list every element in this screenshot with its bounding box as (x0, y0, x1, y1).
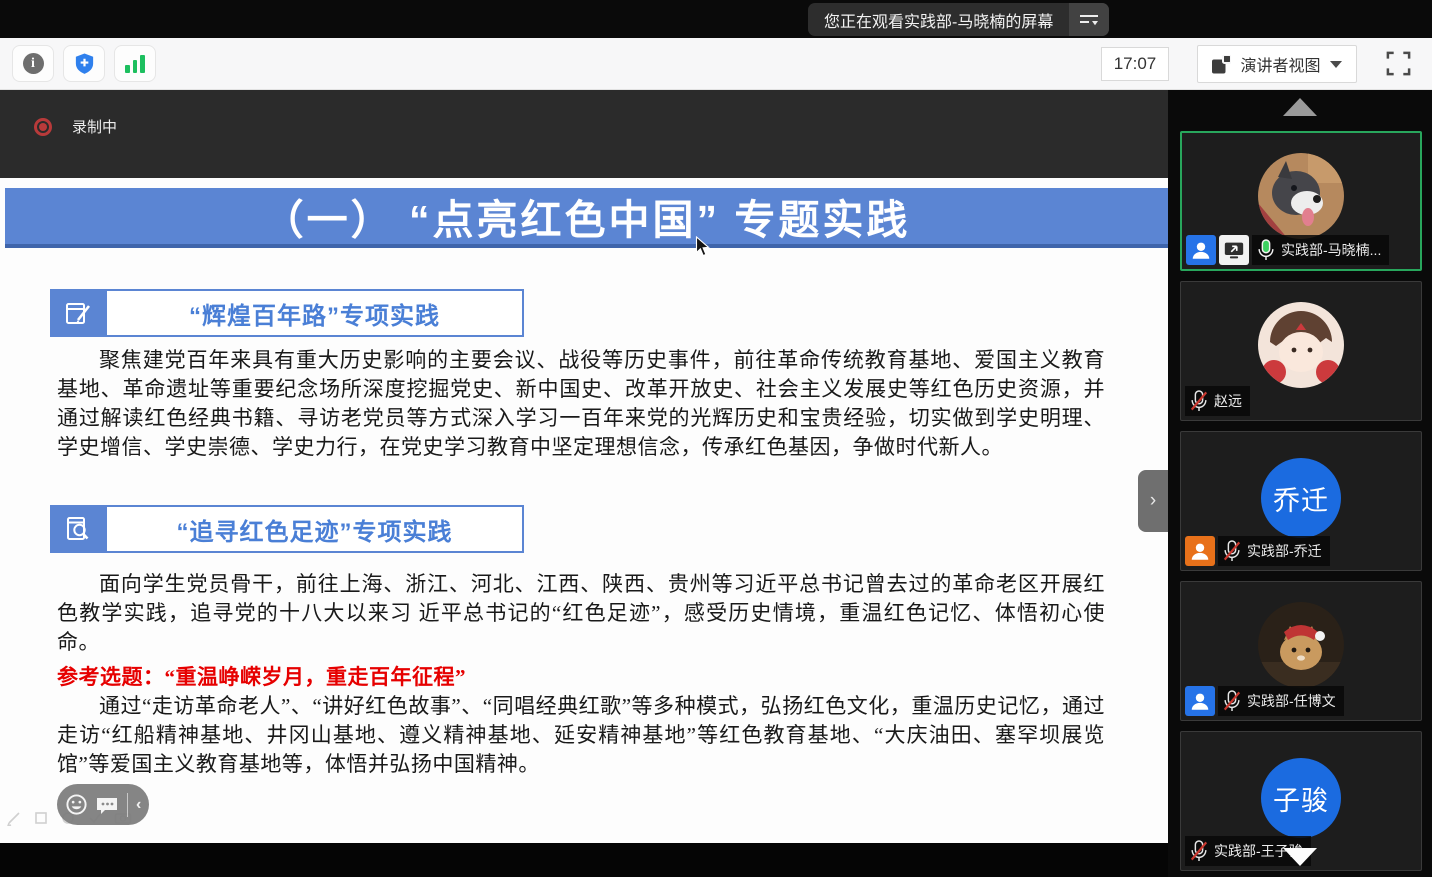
screenshare-badge-icon (1219, 235, 1249, 265)
participant-tile-renbowen[interactable]: 实践部-任博文 (1180, 581, 1422, 721)
reference-topic: 参考选题：“重温峥嵘岁月，重走百年征程” (57, 661, 466, 691)
participant-tile-maxiaonan[interactable]: 实践部-马晓楠... (1180, 131, 1422, 271)
screen-watch-title: 您正在观看实践部-马晓楠的屏幕 (808, 3, 1069, 36)
avatar-initials: 子骏 (1261, 758, 1341, 838)
section-1-heading: “辉煌百年路”专项实践 (189, 296, 440, 331)
slide-title-band: （一） “点亮红色中国” 专题实践 (5, 188, 1168, 248)
avatar-initials: 乔迁 (1261, 458, 1341, 538)
participant-name-bar: 赵远 (1185, 386, 1250, 416)
pill-divider (127, 793, 128, 817)
recording-label: 录制中 (72, 116, 117, 137)
avatar-initials-text: 子骏 (1273, 779, 1329, 818)
section-1-body: 聚焦建党百年来具有重大历史影响的主要会议、战役等历史事件，前往革命传统教育基地、… (57, 346, 1105, 462)
meeting-info-button[interactable]: i (12, 45, 54, 82)
participant-tile-zhaoyuan[interactable]: 赵远 (1180, 281, 1422, 421)
participant-name: 实践部-任博文 (1247, 691, 1336, 711)
emoji-icon[interactable] (65, 793, 88, 816)
meeting-clock: 17:07 (1101, 47, 1169, 81)
participant-name-bar: 实践部-马晓楠... (1186, 235, 1389, 265)
stage-bottom-bar (0, 843, 1168, 877)
member-badge-icon (1186, 235, 1216, 265)
security-button[interactable] (63, 45, 105, 82)
recording-indicator: 录制中 (34, 116, 117, 137)
participant-tile-qiaoqian[interactable]: 乔迁 实践部-乔迁 (1180, 431, 1422, 571)
participant-name: 实践部-马晓楠... (1281, 240, 1381, 260)
section-1-title-box: “辉煌百年路”专项实践 (105, 289, 524, 337)
scroll-up-arrow[interactable] (1283, 98, 1317, 116)
screen-watch-banner: 您正在观看实践部-马晓楠的屏幕 (808, 3, 1109, 36)
section-2-heading: “追寻红色足迹”专项实践 (177, 512, 453, 547)
section-2-body: 面向学生党员骨干，前往上海、浙江、河北、江西、陕西、贵州等习近平总书记曾去过的革… (57, 570, 1105, 657)
collapse-pill-chevron[interactable]: ‹ (136, 796, 141, 814)
shape-square-icon (33, 810, 49, 826)
presentation-slide: （一） “点亮红色中国” 专题实践 “辉煌百年路”专项实践 聚焦建党百年来具有重… (0, 178, 1168, 843)
chevron-down-icon (1330, 61, 1342, 68)
mic-muted-icon (1189, 839, 1209, 863)
reference-body: 通过“走访革命老人”、“讲好红色故事”、“同唱经典红歌”等多种模式，弘扬红色文化… (57, 692, 1105, 779)
mic-muted-icon (1189, 389, 1209, 413)
view-mode-label: 演讲者视图 (1240, 52, 1320, 76)
scroll-down-arrow[interactable] (1283, 848, 1317, 866)
expand-right-chevron: › (1150, 490, 1156, 512)
member-badge-icon (1185, 686, 1215, 716)
fullscreen-button[interactable] (1383, 48, 1413, 78)
participant-name: 赵远 (1214, 391, 1242, 411)
participant-name: 实践部-乔迁 (1247, 541, 1322, 561)
mic-muted-icon (1222, 539, 1242, 563)
meeting-toolbar: i 17:07 演讲者视图 (0, 38, 1432, 90)
section-2-header: “追寻红色足迹”专项实践 (50, 505, 524, 553)
view-mode-button[interactable]: 演讲者视图 (1197, 45, 1357, 83)
shared-screen-stage: 录制中 （一） “点亮红色中国” 专题实践 “辉煌百年路”专项实践 (0, 90, 1168, 877)
network-status-button[interactable] (114, 45, 156, 82)
record-dot-icon (34, 118, 52, 136)
network-signal-icon (125, 55, 145, 73)
chat-bubble-icon[interactable] (95, 794, 119, 816)
speaker-view-layout-icon (1212, 55, 1231, 74)
mic-on-icon (1256, 238, 1276, 262)
fullscreen-icon (1385, 50, 1412, 77)
slide-title: （一） “点亮红色中国” 专题实践 (263, 186, 911, 246)
mic-muted-icon (1222, 689, 1242, 713)
info-icon: i (23, 53, 44, 74)
participant-name-bar: 实践部-任博文 (1185, 686, 1344, 716)
host-badge-icon (1185, 536, 1215, 566)
participants-sidebar: 实践部-马晓楠... (1168, 90, 1432, 877)
section-1-header: “辉煌百年路”专项实践 (50, 289, 524, 337)
notepad-pencil-icon (50, 289, 105, 337)
top-strip: 您正在观看实践部-马晓楠的屏幕 (0, 0, 1432, 38)
shield-plus-icon (73, 52, 96, 75)
reaction-pill: ‹ (57, 784, 149, 825)
avatar-photo-anime (1181, 302, 1421, 388)
annotation-menu-button[interactable] (1069, 3, 1109, 36)
sidebar-collapse-tab[interactable]: › (1138, 470, 1168, 532)
mouse-cursor (695, 236, 710, 262)
document-magnifier-icon (50, 505, 105, 553)
section-2-title-box: “追寻红色足迹”专项实践 (105, 505, 524, 553)
avatar-initials-text: 乔迁 (1273, 479, 1329, 518)
pencil-icon (6, 810, 22, 826)
participant-name-bar: 实践部-乔迁 (1185, 536, 1330, 566)
avatar-photo-husky (1182, 153, 1420, 239)
annotation-menu-icon (1079, 12, 1099, 28)
avatar-photo-cat (1181, 602, 1421, 688)
